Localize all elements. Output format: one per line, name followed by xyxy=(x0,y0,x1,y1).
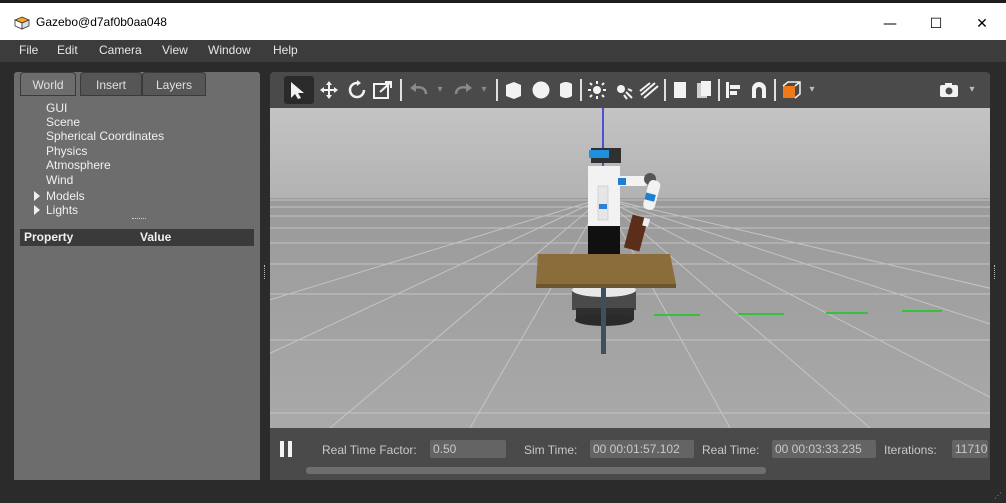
toolbar-separator xyxy=(400,79,402,101)
window-title: Gazebo@d7af0b0aa048 xyxy=(36,15,167,29)
gazebo-logo-icon xyxy=(14,16,30,30)
sphere-icon[interactable] xyxy=(530,80,552,100)
property-header: Property Value xyxy=(20,229,254,246)
close-button[interactable]: ✕ xyxy=(966,11,998,37)
value-column-header[interactable]: Value xyxy=(140,230,171,244)
title-bar: Gazebo@d7af0b0aa048 — ☐ ✕ xyxy=(0,0,1006,40)
real-time-label: Real Time: xyxy=(702,443,760,457)
left-splitter-handle[interactable] xyxy=(264,265,266,279)
tab-world[interactable]: World xyxy=(20,72,76,96)
real-time-factor-label: Real Time Factor: xyxy=(322,443,417,457)
undo-dropdown-icon[interactable]: ▾ xyxy=(434,80,446,100)
box-icon[interactable] xyxy=(502,80,524,100)
menu-bar: File Edit Camera View Window Help xyxy=(0,40,1006,62)
tree-item-models[interactable]: Models xyxy=(46,189,85,203)
align-icon[interactable] xyxy=(724,80,744,100)
toolbar-separator xyxy=(496,79,498,101)
spot-light-icon[interactable] xyxy=(612,80,634,100)
screenshot-icon[interactable] xyxy=(938,80,960,100)
translate-icon[interactable] xyxy=(318,80,340,100)
point-light-icon[interactable] xyxy=(586,80,608,100)
view-angle-icon[interactable] xyxy=(780,80,804,100)
tree-item-atmosphere[interactable]: Atmosphere xyxy=(46,158,111,172)
snap-icon[interactable] xyxy=(748,80,770,100)
world-panel: World Insert Layers GUI Scene Spherical … xyxy=(14,72,260,480)
menu-camera[interactable]: Camera xyxy=(99,43,142,57)
tab-insert[interactable]: Insert xyxy=(80,72,142,96)
iterations-value: 11710 xyxy=(952,440,988,458)
tree-item-physics[interactable]: Physics xyxy=(46,144,87,158)
world-tree: GUI Scene Spherical Coordinates Physics … xyxy=(14,97,260,480)
status-scrollbar[interactable] xyxy=(306,467,766,474)
toolbar-separator xyxy=(580,79,582,101)
toolbar-separator xyxy=(664,79,666,101)
tree-item-gui[interactable]: GUI xyxy=(46,101,67,115)
minimize-button[interactable]: — xyxy=(874,11,906,37)
undo-icon[interactable] xyxy=(408,80,430,100)
cylinder-icon[interactable] xyxy=(556,80,576,100)
tree-item-scene[interactable]: Scene xyxy=(46,115,80,129)
real-time-factor-value: 0.50 xyxy=(430,440,506,458)
redo-dropdown-icon[interactable]: ▾ xyxy=(478,80,490,100)
toolbar: ▾ ▾ ▾ ▾ xyxy=(274,72,986,108)
menu-view[interactable]: View xyxy=(162,43,188,57)
toolbar-separator xyxy=(774,79,776,101)
rotate-icon[interactable] xyxy=(346,80,368,100)
pause-icon[interactable] xyxy=(280,441,292,457)
copy-icon[interactable] xyxy=(670,80,690,100)
toolbar-separator xyxy=(718,79,720,101)
scene-render[interactable] xyxy=(270,108,990,428)
paste-icon[interactable] xyxy=(694,80,714,100)
property-column-header[interactable]: Property xyxy=(24,230,73,244)
expand-arrow-icon[interactable] xyxy=(34,191,40,201)
menu-window[interactable]: Window xyxy=(208,43,251,57)
tab-layers[interactable]: Layers xyxy=(142,72,206,96)
status-bar: Real Time Factor: 0.50 Sim Time: 00 00:0… xyxy=(270,428,990,480)
screenshot-dropdown-icon[interactable]: ▾ xyxy=(966,80,978,100)
iterations-label: Iterations: xyxy=(884,443,937,457)
select-arrow-icon[interactable] xyxy=(288,80,310,100)
menu-help[interactable]: Help xyxy=(273,43,298,57)
view-angle-dropdown-icon[interactable]: ▾ xyxy=(806,80,818,100)
splitter-handle[interactable] xyxy=(132,218,146,220)
menu-edit[interactable]: Edit xyxy=(57,43,78,57)
tree-item-spherical-coordinates[interactable]: Spherical Coordinates xyxy=(46,129,164,143)
resize-grip-icon[interactable]: ⋰ xyxy=(994,491,1002,500)
tree-item-wind[interactable]: Wind xyxy=(46,173,73,187)
sim-time-label: Sim Time: xyxy=(524,443,578,457)
redo-icon[interactable] xyxy=(452,80,474,100)
right-splitter-handle[interactable] xyxy=(994,265,996,279)
maximize-button[interactable]: ☐ xyxy=(920,11,952,37)
sim-time-value: 00 00:01:57.102 xyxy=(590,440,694,458)
expand-arrow-icon[interactable] xyxy=(34,205,40,215)
3d-viewport[interactable] xyxy=(270,108,990,428)
tree-item-lights[interactable]: Lights xyxy=(46,203,78,217)
scene-area: ▾ ▾ ▾ ▾ Real Time Factor: 0.50 Sim Time:… xyxy=(270,72,990,480)
menu-file[interactable]: File xyxy=(19,43,38,57)
real-time-value: 00 00:03:33.235 xyxy=(772,440,876,458)
directional-light-icon[interactable] xyxy=(638,80,660,100)
scale-icon[interactable] xyxy=(372,80,394,100)
